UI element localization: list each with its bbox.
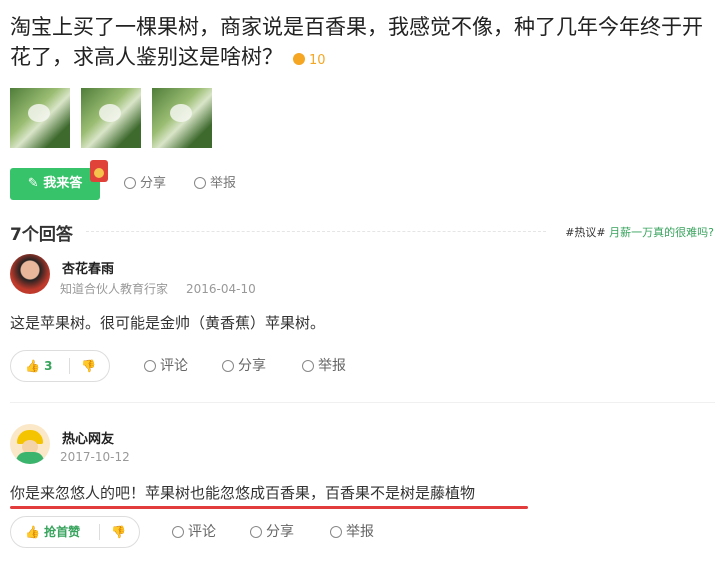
share-icon <box>250 526 262 538</box>
red-envelope-icon <box>90 160 108 182</box>
comment-button[interactable]: 评论 <box>172 516 216 548</box>
avatar[interactable] <box>10 424 50 464</box>
share-button[interactable]: 分享 <box>250 516 294 548</box>
report-label: 举报 <box>346 524 374 540</box>
share-button[interactable]: 分享 <box>124 168 166 200</box>
share-label: 分享 <box>238 358 266 374</box>
answer-content: 你是来忽悠人的吧！苹果树也能忽悠成百香果，百香果不是树是藤植物 <box>10 484 476 502</box>
answer-button[interactable]: ✎ 我来答 <box>10 168 100 200</box>
comment-label: 评论 <box>160 358 188 374</box>
question-text: 淘宝上买了一棵果树，商家说是百香果，我感觉不像，种了几年今年终于开花了，求高人鉴… <box>10 15 703 69</box>
comment-button[interactable]: 评论 <box>144 350 188 382</box>
vote-control: 👍 抢首赞 👎 <box>10 516 140 548</box>
report-label: 举报 <box>210 176 237 191</box>
header-divider <box>86 231 546 232</box>
avatar[interactable] <box>10 254 50 294</box>
answer-actions: 👍 3 👎 评论 分享 举报 <box>10 350 610 382</box>
report-icon <box>302 360 314 372</box>
reward-value: 10 <box>309 53 326 68</box>
user-meta: 知道合伙人教育行家 2016-04-10 <box>60 280 274 297</box>
share-icon <box>124 177 136 189</box>
question-actions: ✎ 我来答 分享 举报 <box>10 160 470 200</box>
answer-date: 2016-04-10 <box>186 282 256 296</box>
question-image-3[interactable] <box>152 88 212 148</box>
like-button[interactable]: 👍 3 <box>25 351 52 381</box>
answer-date: 2017-10-12 <box>60 450 130 464</box>
coin-icon <box>293 53 305 65</box>
vote-control: 👍 3 👎 <box>10 350 110 382</box>
vote-divider <box>69 358 70 374</box>
hot-topic[interactable]: #热议# 月薪一万真的很难吗? <box>565 224 714 240</box>
share-icon <box>222 360 234 372</box>
answer-divider <box>10 402 715 403</box>
report-button[interactable]: 举报 <box>194 168 236 200</box>
like-button[interactable]: 👍 抢首赞 <box>25 517 80 547</box>
user-meta: 2017-10-12 <box>60 450 148 464</box>
share-label: 分享 <box>266 524 294 540</box>
user-name[interactable]: 杏花春雨 <box>62 258 114 277</box>
share-label: 分享 <box>140 176 167 191</box>
red-underline-annotation <box>10 506 528 509</box>
answer-count: 7个回答 <box>10 225 73 245</box>
answer-content: 这是苹果树。很可能是金帅（黄香蕉）苹果树。 <box>10 314 326 332</box>
question-image-1[interactable] <box>10 88 70 148</box>
report-icon <box>194 177 206 189</box>
edit-icon: ✎ <box>27 176 44 191</box>
comment-icon <box>172 526 184 538</box>
reward-badge: 10 <box>293 53 326 68</box>
comment-label: 评论 <box>188 524 216 540</box>
dislike-button[interactable]: 👎 <box>81 351 96 381</box>
question-title: 淘宝上买了一棵果树，商家说是百香果，我感觉不像，种了几年今年终于开花了，求高人鉴… <box>10 12 715 76</box>
hot-tag: #热议# <box>565 226 606 239</box>
vote-divider <box>99 524 100 540</box>
user-title: 知道合伙人教育行家 <box>60 282 169 296</box>
like-count: 3 <box>44 359 53 373</box>
share-button[interactable]: 分享 <box>222 350 266 382</box>
report-button[interactable]: 举报 <box>330 516 374 548</box>
report-button[interactable]: 举报 <box>302 350 346 382</box>
answer-button-label: 我来答 <box>43 176 83 191</box>
report-icon <box>330 526 342 538</box>
question-image-2[interactable] <box>81 88 141 148</box>
answer-actions: 👍 抢首赞 👎 评论 分享 举报 <box>10 516 610 548</box>
report-label: 举报 <box>318 358 346 374</box>
like-label: 抢首赞 <box>44 525 81 539</box>
comment-icon <box>144 360 156 372</box>
user-name[interactable]: 热心网友 <box>62 428 114 447</box>
dislike-button[interactable]: 👎 <box>111 517 126 547</box>
hot-topic-link[interactable]: 月薪一万真的很难吗? <box>609 226 714 239</box>
